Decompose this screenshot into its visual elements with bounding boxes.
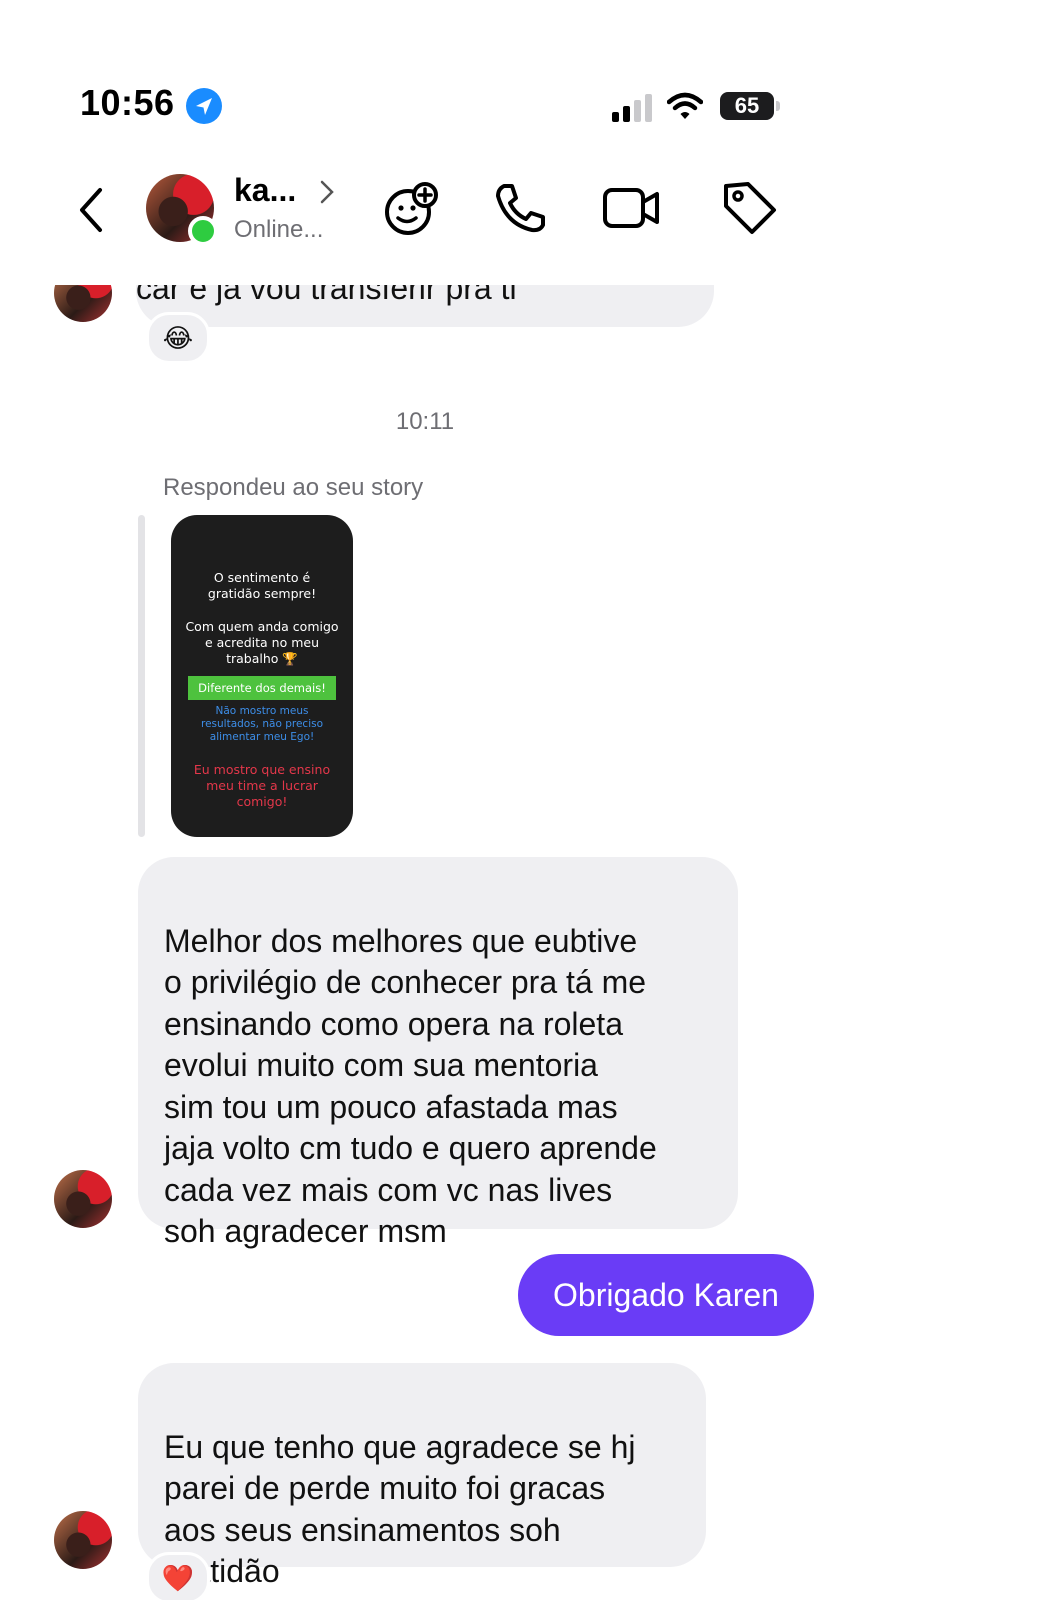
tag-icon[interactable]	[720, 178, 780, 238]
message-text: Eu que tenho que agradece se hj parei de…	[164, 1428, 636, 1590]
message-text: Obrigado Karen	[553, 1277, 779, 1313]
online-indicator	[188, 216, 218, 246]
battery-indicator: 65	[720, 92, 774, 120]
message-bubble-incoming[interactable]: Melhor dos melhores que eubtive o privil…	[138, 857, 738, 1249]
reaction-heart[interactable]: ❤️	[146, 1552, 210, 1600]
reaction-laugh[interactable]: 😂	[146, 312, 210, 364]
wifi-icon	[667, 92, 703, 119]
back-icon[interactable]	[76, 186, 106, 234]
status-time: 10:56	[80, 82, 175, 123]
story-line-1: O sentimento é gratidão sempre!	[207, 570, 317, 601]
reply-quote-bar	[138, 515, 145, 837]
contact-avatar[interactable]	[54, 1511, 112, 1569]
chevron-right-icon[interactable]	[318, 178, 336, 206]
contact-status: Online...	[234, 216, 324, 243]
sticker-add-icon[interactable]	[382, 178, 442, 238]
contact-name[interactable]: ka...	[234, 172, 296, 209]
message-bubble-outgoing[interactable]: Obrigado Karen	[518, 1254, 814, 1336]
video-call-icon[interactable]	[602, 178, 662, 238]
chat-screen: 10:56 65 car e já vou transferir pra ti …	[0, 0, 1064, 1600]
story-reply-label: Respondeu ao seu story	[163, 474, 424, 501]
message-bubble-incoming[interactable]: Eu que tenho que agradece se hj parei de…	[138, 1363, 706, 1589]
message-text: Melhor dos melhores que eubtive o privil…	[164, 922, 657, 1250]
story-green-label: Diferente dos demais!	[188, 676, 336, 700]
story-line-2: Com quem anda comigo e acredita no meu t…	[185, 619, 339, 666]
location-icon	[186, 88, 222, 124]
signal-icon	[612, 94, 652, 122]
battery-cap	[776, 101, 780, 111]
story-blue-text: Não mostro meus resultados, não preciso …	[200, 705, 324, 743]
contact-avatar[interactable]	[54, 1170, 112, 1228]
message-timestamp: 10:11	[395, 408, 455, 435]
phone-icon[interactable]	[490, 178, 550, 238]
story-red-text: Eu mostro que ensino meu time a lucrar c…	[193, 762, 331, 809]
story-thumbnail[interactable]: O sentimento é gratidão sempre! Com quem…	[171, 515, 353, 837]
chat-header: ka... Online...	[18, 150, 830, 285]
